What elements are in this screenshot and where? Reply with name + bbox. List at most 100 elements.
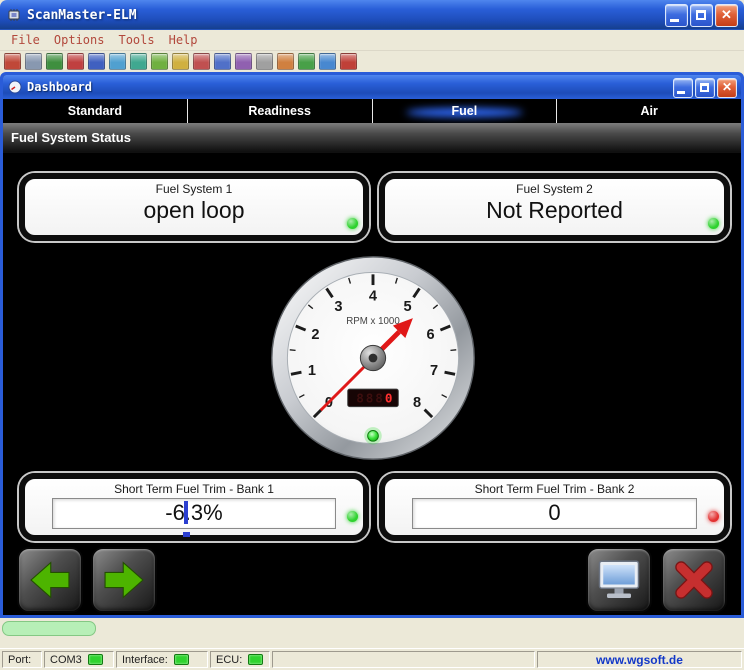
panel-value: Not Reported bbox=[385, 197, 724, 223]
menu-item-tools[interactable]: Tools bbox=[111, 31, 161, 49]
minimize-icon bbox=[677, 91, 685, 94]
toolbar-icon-8[interactable] bbox=[151, 53, 168, 70]
gauge-hub-center bbox=[369, 354, 378, 363]
toolbar-icon-2[interactable] bbox=[25, 53, 42, 70]
dashboard-minimize-button[interactable] bbox=[673, 78, 693, 98]
svg-text:6: 6 bbox=[426, 327, 434, 343]
ecu-panel: ECU: bbox=[210, 651, 270, 668]
monitor-icon bbox=[595, 558, 643, 602]
panel-value: open loop bbox=[25, 197, 363, 223]
fullscreen-button[interactable] bbox=[586, 547, 652, 613]
menu-item-options[interactable]: Options bbox=[47, 31, 112, 49]
previous-page-button[interactable] bbox=[17, 547, 83, 613]
dashboard-window: Dashboard ✕ Standard Readiness Fuel Air … bbox=[0, 72, 744, 618]
port-led bbox=[88, 654, 103, 665]
maximize-button[interactable] bbox=[690, 4, 713, 27]
maximize-icon bbox=[700, 83, 709, 92]
website-panel: www.wgsoft.de bbox=[537, 651, 742, 668]
app-title: ScanMaster-ELM bbox=[27, 8, 137, 23]
tab-fuel[interactable]: Fuel bbox=[373, 99, 558, 123]
text-cursor bbox=[184, 501, 188, 524]
menu-item-help[interactable]: Help bbox=[162, 31, 205, 49]
dashboard-title-bar: Dashboard ✕ bbox=[3, 75, 741, 99]
fuel-system-1-panel: Fuel System 1 open loop bbox=[19, 173, 369, 241]
title-bar: ScanMaster-ELM ✕ bbox=[0, 0, 744, 30]
fuel-system-2-panel: Fuel System 2 Not Reported bbox=[379, 173, 730, 241]
website-link[interactable]: www.wgsoft.de bbox=[596, 653, 683, 667]
gauge-status-led bbox=[368, 430, 379, 441]
gauge-unit-label: RPM x 1000 bbox=[346, 316, 400, 327]
close-icon: ✕ bbox=[716, 5, 737, 26]
menu-item-file[interactable]: File bbox=[4, 31, 47, 49]
svg-text:7: 7 bbox=[430, 363, 438, 379]
port-value: COM3 bbox=[50, 654, 82, 666]
toolbar-icon-14[interactable] bbox=[277, 53, 294, 70]
interface-led bbox=[174, 654, 189, 665]
toolbar-icon-1[interactable] bbox=[4, 53, 21, 70]
ecu-led bbox=[248, 654, 263, 665]
port-label-panel: Port: bbox=[2, 651, 42, 668]
app-window: ScanMaster-ELM ✕ File Options Tools Help… bbox=[0, 0, 744, 670]
port-value-panel: COM3 bbox=[44, 651, 114, 668]
progress-indicator bbox=[2, 621, 96, 636]
status-indicator bbox=[347, 511, 358, 522]
red-x-icon bbox=[669, 555, 719, 605]
panel-value: 0 bbox=[413, 499, 696, 527]
toolbar-icon-13[interactable] bbox=[256, 53, 273, 70]
svg-text:3: 3 bbox=[334, 299, 342, 315]
tab-readiness[interactable]: Readiness bbox=[188, 99, 373, 123]
status-indicator bbox=[347, 218, 358, 229]
dashboard-maximize-button[interactable] bbox=[695, 78, 715, 98]
svg-text:5: 5 bbox=[404, 299, 412, 315]
dashboard-close-button[interactable]: ✕ bbox=[717, 78, 737, 98]
ecu-label: ECU: bbox=[216, 654, 242, 666]
tab-bar: Standard Readiness Fuel Air bbox=[3, 99, 741, 123]
menu-bar: File Options Tools Help bbox=[0, 30, 744, 51]
panel-title: Short Term Fuel Trim - Bank 1 bbox=[25, 482, 363, 496]
next-page-button[interactable] bbox=[91, 547, 157, 613]
text-cursor-mark bbox=[183, 532, 190, 537]
fuel-trim-bank2-panel: Short Term Fuel Trim - Bank 2 0 bbox=[379, 473, 730, 541]
gauge-icon bbox=[8, 80, 22, 94]
lcd-value: 0 bbox=[385, 391, 395, 406]
toolbar-icon-15[interactable] bbox=[298, 53, 315, 70]
panel-title: Fuel System 2 bbox=[385, 182, 724, 196]
maximize-icon bbox=[696, 10, 706, 20]
arrow-right-icon bbox=[99, 555, 149, 605]
main-toolbar bbox=[0, 51, 744, 72]
svg-text:4: 4 bbox=[369, 289, 378, 305]
toolbar-icon-7[interactable] bbox=[130, 53, 147, 70]
toolbar-icon-12[interactable] bbox=[235, 53, 252, 70]
dashboard-title: Dashboard bbox=[27, 80, 92, 94]
status-bar: Port: COM3 Interface: ECU: www.wgsoft.de bbox=[0, 648, 744, 670]
section-title: Fuel System Status bbox=[3, 123, 741, 153]
toolbar-icon-10[interactable] bbox=[193, 53, 210, 70]
toolbar-icon-3[interactable] bbox=[46, 53, 63, 70]
tab-standard[interactable]: Standard bbox=[3, 99, 188, 123]
close-icon: ✕ bbox=[718, 79, 736, 97]
toolbar-icon-16[interactable] bbox=[319, 53, 336, 70]
minimize-icon bbox=[670, 19, 679, 22]
statusbar-filler bbox=[272, 651, 535, 668]
interface-panel: Interface: bbox=[116, 651, 208, 668]
arrow-left-icon bbox=[25, 555, 75, 605]
tab-air[interactable]: Air bbox=[557, 99, 741, 123]
exit-dashboard-button[interactable] bbox=[661, 547, 727, 613]
toolbar-icon-11[interactable] bbox=[214, 53, 231, 70]
toolbar-icon-4[interactable] bbox=[67, 53, 84, 70]
value-field[interactable]: -6.3% bbox=[52, 498, 336, 529]
value-field[interactable]: 0 bbox=[412, 498, 697, 529]
interface-label: Interface: bbox=[122, 654, 168, 666]
toolbar-icon-6[interactable] bbox=[109, 53, 126, 70]
port-label: Port: bbox=[8, 654, 31, 666]
toolbar-icon-17[interactable] bbox=[340, 53, 357, 70]
toolbar-icon-5[interactable] bbox=[88, 53, 105, 70]
status-indicator bbox=[708, 218, 719, 229]
minimize-button[interactable] bbox=[665, 4, 688, 27]
panel-title: Fuel System 1 bbox=[25, 182, 363, 196]
chip-icon bbox=[6, 7, 22, 23]
svg-text:8: 8 bbox=[413, 395, 421, 411]
close-button[interactable]: ✕ bbox=[715, 4, 738, 27]
panel-value: -6.3% bbox=[53, 499, 335, 527]
toolbar-icon-9[interactable] bbox=[172, 53, 189, 70]
